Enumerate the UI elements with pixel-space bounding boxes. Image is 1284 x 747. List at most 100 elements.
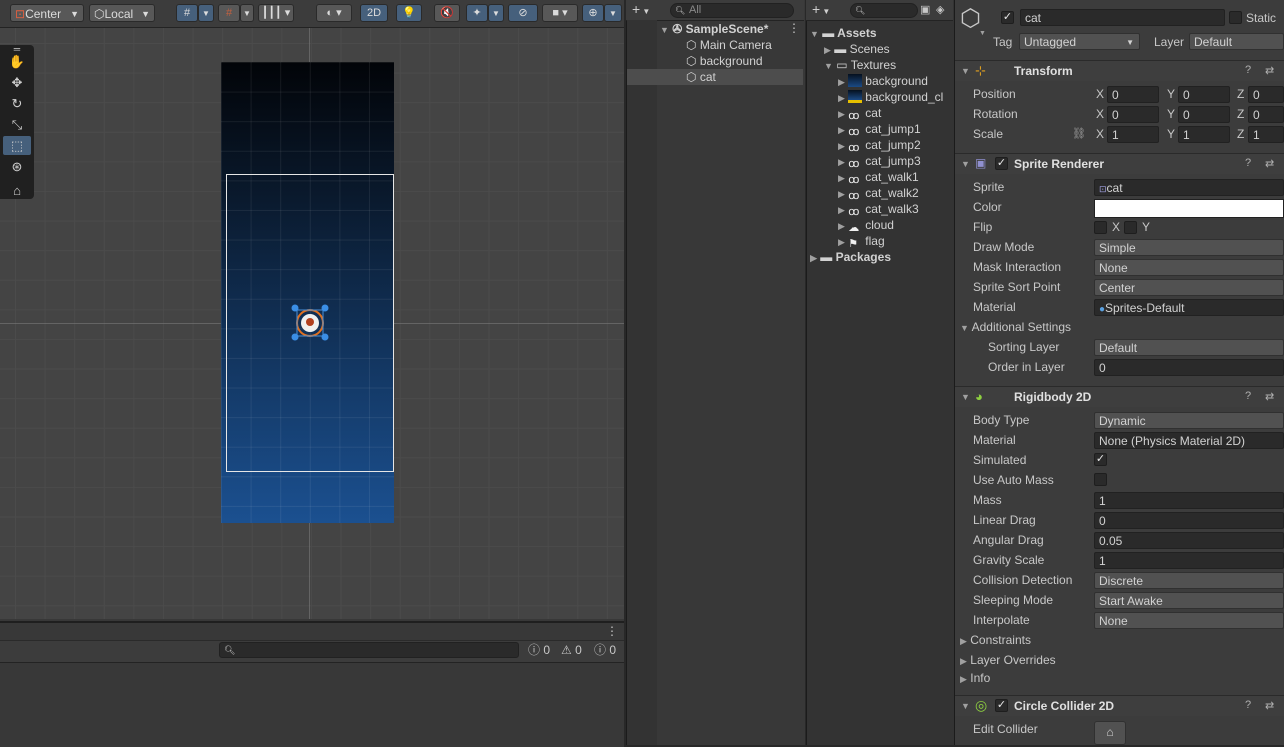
warning-count-toggle[interactable]: ⚠ 0 <box>561 642 582 658</box>
resize-handle-br[interactable] <box>321 333 329 341</box>
cat-sprite-selected[interactable] <box>289 302 331 344</box>
asset-cat-jump1[interactable]: ▶ ꝏ cat_jump1 <box>838 121 952 137</box>
position-x-field[interactable]: 0 <box>1107 86 1159 103</box>
hierarchy-item-cat[interactable]: ⬡ cat <box>627 69 803 85</box>
resize-handle-tr[interactable] <box>321 304 329 312</box>
hand-tool-button[interactable]: ✋ <box>3 52 31 71</box>
collision-detection-dropdown[interactable]: Discrete <box>1094 572 1284 589</box>
rotation-z-field[interactable]: 0 <box>1248 106 1284 123</box>
draw-mode-dropdown[interactable]: Simple <box>1094 239 1284 256</box>
presets-icon[interactable]: ⇄ <box>1265 390 1274 403</box>
circle-collider-enabled-checkbox[interactable]: ✓ <box>995 699 1008 712</box>
mask-interaction-dropdown[interactable]: None <box>1094 259 1284 276</box>
order-in-layer-field[interactable]: 0 <box>1094 359 1284 376</box>
physics-material-field[interactable]: None (Physics Material 2D) <box>1094 432 1284 449</box>
transform-tool-button[interactable]: ⊛ <box>3 157 31 176</box>
asset-cat[interactable]: ▶ ꝏ cat <box>838 105 952 121</box>
object-name-field[interactable]: cat <box>1020 9 1225 26</box>
folder-assets[interactable]: ▼ ▬ Assets <box>810 25 877 41</box>
sprite-renderer-enabled-checkbox[interactable]: ✓ <box>995 157 1008 170</box>
asset-cat-jump3[interactable]: ▶ ꝏ cat_jump3 <box>838 153 952 169</box>
rotate-tool-button[interactable]: ↻ <box>3 94 31 113</box>
create-asset-button[interactable]: + ▼ <box>812 1 830 17</box>
position-y-field[interactable]: 0 <box>1178 86 1230 103</box>
effects-dropdown[interactable]: ▼ <box>488 4 504 22</box>
shading-mode-button[interactable]: ◐ ▾ <box>316 4 352 22</box>
color-swatch[interactable] <box>1094 199 1284 218</box>
presets-icon[interactable]: ⇄ <box>1265 699 1274 712</box>
scale-tool-button[interactable]: ⤡ <box>3 115 31 134</box>
asset-flag[interactable]: ▶ ⚑ flag <box>838 233 952 249</box>
angular-drag-field[interactable]: 0.05 <box>1094 532 1284 549</box>
interpolate-dropdown[interactable]: None <box>1094 612 1284 629</box>
space-dropdown[interactable]: ⬡Local ▼ <box>89 4 155 22</box>
sprite-field[interactable]: ⊡cat <box>1094 179 1284 196</box>
sprite-renderer-header[interactable]: ▼ ▣ ✓ Sprite Renderer ? ⇄ <box>955 153 1284 174</box>
error-count-toggle[interactable]: ⓘ 0 <box>528 642 550 658</box>
folder-textures[interactable]: ▼ ▭ Textures <box>824 57 896 73</box>
flip-y-checkbox[interactable] <box>1124 221 1137 234</box>
position-z-field[interactable]: 0 <box>1248 86 1284 103</box>
folder-packages[interactable]: ▶ ▬ Packages <box>810 249 891 265</box>
flip-x-checkbox[interactable] <box>1094 221 1107 234</box>
increment-snap-dropdown[interactable]: ▼ <box>240 4 254 22</box>
rigidbody2d-header[interactable]: ▼ ◕ Rigidbody 2D ? ⇄ <box>955 386 1284 407</box>
custom-tool-button[interactable]: ⌂ <box>3 181 31 200</box>
help-icon[interactable]: ? <box>1245 699 1251 711</box>
scale-y-field[interactable]: 1 <box>1178 126 1230 143</box>
audio-toggle[interactable]: 🔇 <box>434 4 460 22</box>
circle-collider-header[interactable]: ▼ ◎ ✓ Circle Collider 2D ? ⇄ <box>955 695 1284 716</box>
material-field[interactable]: ●Sprites-Default <box>1094 299 1284 316</box>
resize-handle-tl[interactable] <box>291 304 299 312</box>
use-auto-mass-checkbox[interactable] <box>1094 473 1107 486</box>
help-icon[interactable]: ? <box>1245 390 1251 402</box>
scene-root-item[interactable]: ▼ ✇ SampleScene* <box>660 21 768 37</box>
asset-cat-walk3[interactable]: ▶ ꝏ cat_walk3 <box>838 201 952 217</box>
scale-z-field[interactable]: 1 <box>1248 126 1284 143</box>
grid-snap-button[interactable]: # <box>176 4 198 22</box>
tag-dropdown[interactable]: Untagged ▼ <box>1019 33 1140 50</box>
hierarchy-item-main-camera[interactable]: ⬡ Main Camera <box>686 37 772 53</box>
layer-overrides-foldout[interactable]: ▶ Layer Overrides <box>960 651 1056 669</box>
sorting-layer-dropdown[interactable]: Default <box>1094 339 1284 356</box>
gizmos-dropdown[interactable]: ▼ <box>604 4 622 22</box>
effects-toggle[interactable]: ✦ <box>466 4 488 22</box>
grid-visibility-button[interactable]: ┃┃┃ ▾ <box>258 4 294 22</box>
console-menu-icon[interactable]: ⋮ <box>606 624 618 638</box>
additional-settings-foldout[interactable]: ▼ Additional Settings <box>960 318 1071 336</box>
search-by-label-icon[interactable]: ◈ <box>936 3 944 16</box>
lighting-toggle[interactable]: 💡 <box>396 4 422 22</box>
constraints-foldout[interactable]: ▶ Constraints <box>960 631 1031 649</box>
rotation-x-field[interactable]: 0 <box>1107 106 1159 123</box>
active-checkbox[interactable]: ✓ <box>1001 11 1014 24</box>
hierarchy-item-background[interactable]: ⬡ background <box>686 53 763 69</box>
search-by-type-icon[interactable]: ▣ <box>920 3 930 16</box>
scene-menu-icon[interactable]: ⋮ <box>788 21 800 35</box>
grid-snap-dropdown[interactable]: ▼ <box>198 4 214 22</box>
resize-handle-bl[interactable] <box>291 333 299 341</box>
hierarchy-search-input[interactable]: 🔍︎ All <box>670 3 794 18</box>
layer-dropdown[interactable]: Default <box>1189 33 1284 50</box>
info-foldout[interactable]: ▶ Info <box>960 669 990 687</box>
help-icon[interactable]: ? <box>1245 64 1251 76</box>
sprite-sort-point-dropdown[interactable]: Center <box>1094 279 1284 296</box>
gizmos-toggle[interactable]: ⊕ <box>582 4 604 22</box>
static-checkbox[interactable] <box>1229 11 1242 24</box>
mass-field[interactable]: 1 <box>1094 492 1284 509</box>
asset-cloud[interactable]: ▶ ☁ cloud <box>838 217 952 233</box>
presets-icon[interactable]: ⇄ <box>1265 64 1274 77</box>
create-button[interactable]: + ▼ <box>632 1 650 17</box>
transform-header[interactable]: ▼ ⊹ Transform ? ⇄ <box>955 60 1284 81</box>
gravity-scale-field[interactable]: 1 <box>1094 552 1284 569</box>
message-count-toggle[interactable]: ⓘ 0 <box>594 642 616 658</box>
linear-drag-field[interactable]: 0 <box>1094 512 1284 529</box>
pivot-dropdown[interactable]: ⊡Center ▼ <box>10 4 84 22</box>
presets-icon[interactable]: ⇄ <box>1265 157 1274 170</box>
help-icon[interactable]: ? <box>1245 157 1251 169</box>
increment-snap-button[interactable]: # <box>218 4 240 22</box>
folder-scenes[interactable]: ▶ ▬ Scenes <box>824 41 890 57</box>
rotation-y-field[interactable]: 0 <box>1178 106 1230 123</box>
rect-tool-button[interactable]: ⬚ <box>3 136 31 155</box>
chevron-down-icon[interactable]: ▼ <box>979 30 986 37</box>
2d-toggle[interactable]: 2D <box>360 4 388 22</box>
